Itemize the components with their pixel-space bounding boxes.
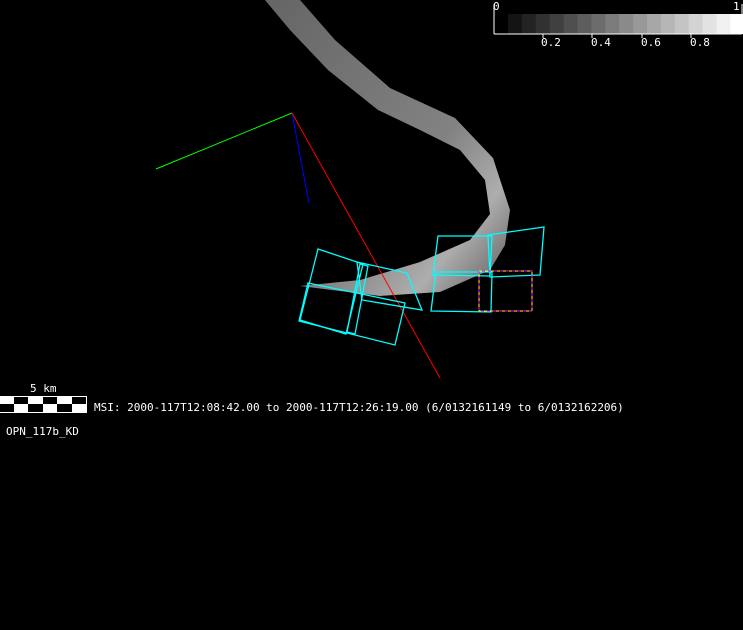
colorbar-swatch [591,14,606,34]
z-axis-line [291,112,310,204]
body-axes [155,112,441,379]
colorbar-swatch [633,14,648,34]
colorbar [493,4,743,38]
colorbar-tick-label: 0.8 [690,36,710,49]
colorbar-swatch [660,14,676,34]
colorbar-max-label: 1 [733,0,740,13]
colorbar-swatch [730,14,743,34]
colorbar-swatch [549,14,565,34]
colorbar-swatch [647,14,662,34]
y-axis-line [155,112,293,170]
colorbar-swatch [674,14,690,34]
asteroid-shape-model [265,0,510,296]
scene-view[interactable] [0,0,743,630]
colorbar-swatch [563,14,579,34]
colorbar-tick-label: 0.2 [541,36,561,49]
colorbar-swatch [535,14,551,34]
colorbar-swatch [702,14,718,34]
colorbar-swatch [619,14,634,34]
colorbar-swatch [521,14,537,34]
colorbar-swatch [577,14,592,34]
colorbar-swatch [716,14,731,34]
scale-bar-label: 5 km [30,382,57,395]
colorbar-swatch [605,14,620,34]
scale-bar [0,396,87,413]
colorbar-swatch [508,14,523,34]
msi-time-range: MSI: 2000-117T12:08:42.00 to 2000-117T12… [94,401,624,414]
footprint [346,263,369,335]
colorbar-tick-label: 0.4 [591,36,611,49]
colorbar-min-label: 0 [493,0,500,13]
colorbar-tick-label: 0.6 [641,36,661,49]
observation-id: OPN_117b_KD [6,425,79,438]
colorbar-swatch [688,14,704,34]
